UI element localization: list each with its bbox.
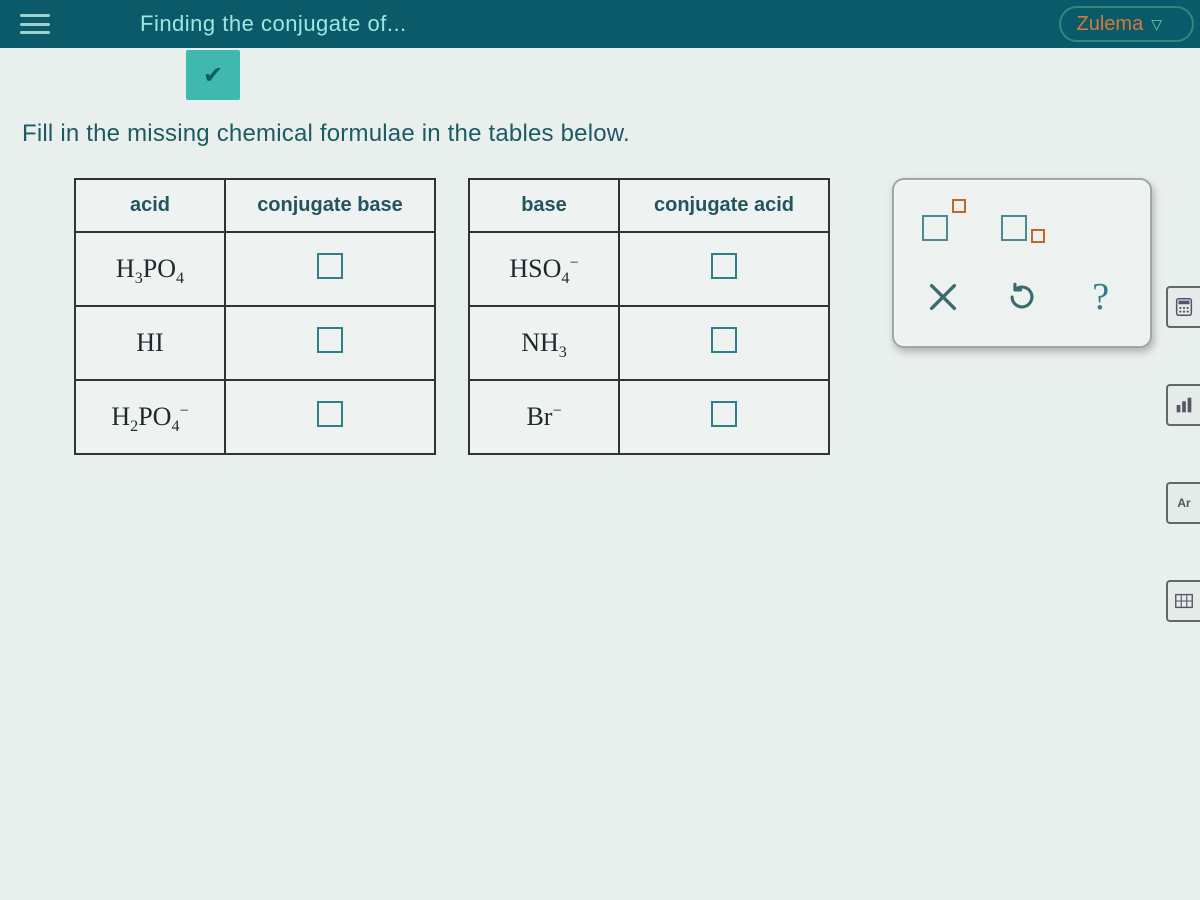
- chevron-down-icon: ▽: [1151, 16, 1162, 33]
- user-name: Zulema: [1077, 13, 1144, 36]
- reset-button[interactable]: [992, 273, 1052, 321]
- expand-button[interactable]: ✔: [186, 50, 240, 100]
- subscript-button[interactable]: [992, 197, 1052, 245]
- argon-icon: Ar: [1177, 497, 1190, 509]
- table-row: Br−: [469, 380, 829, 454]
- formula-tool-palette: ?: [892, 178, 1152, 348]
- periodic-table-button[interactable]: [1166, 580, 1200, 622]
- answer-input[interactable]: [317, 253, 343, 279]
- menu-icon[interactable]: [20, 14, 50, 34]
- base-formula: NH3: [521, 328, 567, 357]
- answer-input[interactable]: [711, 253, 737, 279]
- sub-bar: ✔: [0, 48, 1200, 102]
- acid-formula: H2PO4−: [111, 402, 188, 431]
- col-header-conjugate-acid: conjugate acid: [619, 179, 829, 232]
- calculator-icon: [1173, 296, 1195, 318]
- col-header-acid: acid: [75, 179, 225, 232]
- chevron-down-icon: ✔: [203, 61, 223, 90]
- superscript-button[interactable]: [913, 197, 973, 245]
- help-button[interactable]: ?: [1071, 273, 1131, 321]
- table-row: HI: [75, 306, 435, 380]
- answer-input[interactable]: [711, 401, 737, 427]
- answer-input[interactable]: [711, 327, 737, 353]
- table-row: H2PO4−: [75, 380, 435, 454]
- top-bar: Finding the conjugate of... Zulema ▽: [0, 0, 1200, 48]
- base-formula: Br−: [526, 402, 561, 431]
- subscript-icon: [999, 201, 1045, 241]
- table-row: NH3: [469, 306, 829, 380]
- close-icon: [926, 280, 960, 314]
- periodic-table-icon: [1173, 590, 1195, 612]
- answer-input[interactable]: [317, 401, 343, 427]
- acid-table: acid conjugate base H3PO4 HI H2PO4−: [74, 178, 436, 455]
- bar-chart-icon: [1173, 394, 1195, 416]
- answer-input[interactable]: [317, 327, 343, 353]
- reset-icon: [1005, 280, 1039, 314]
- page-title: Finding the conjugate of...: [140, 11, 407, 37]
- user-menu[interactable]: Zulema ▽: [1059, 6, 1194, 42]
- element-button[interactable]: Ar: [1166, 482, 1200, 524]
- content-area: Fill in the missing chemical formulae in…: [0, 102, 1200, 900]
- table-row: HSO4−: [469, 232, 829, 306]
- side-tool-strip: Ar: [1166, 286, 1200, 622]
- calculator-button[interactable]: [1166, 286, 1200, 328]
- col-header-conjugate-base: conjugate base: [225, 179, 435, 232]
- bar-chart-button[interactable]: [1166, 384, 1200, 426]
- instruction-text: Fill in the missing chemical formulae in…: [22, 120, 1188, 148]
- table-row: H3PO4: [75, 232, 435, 306]
- base-table: base conjugate acid HSO4− NH3 Br−: [468, 178, 830, 455]
- superscript-icon: [920, 201, 966, 241]
- help-icon: ?: [1092, 275, 1109, 319]
- acid-formula: H3PO4: [116, 254, 184, 283]
- base-formula: HSO4−: [509, 254, 578, 283]
- clear-button[interactable]: [913, 273, 973, 321]
- tables-row: acid conjugate base H3PO4 HI H2PO4− base…: [12, 178, 1188, 455]
- col-header-base: base: [469, 179, 619, 232]
- acid-formula: HI: [136, 328, 163, 357]
